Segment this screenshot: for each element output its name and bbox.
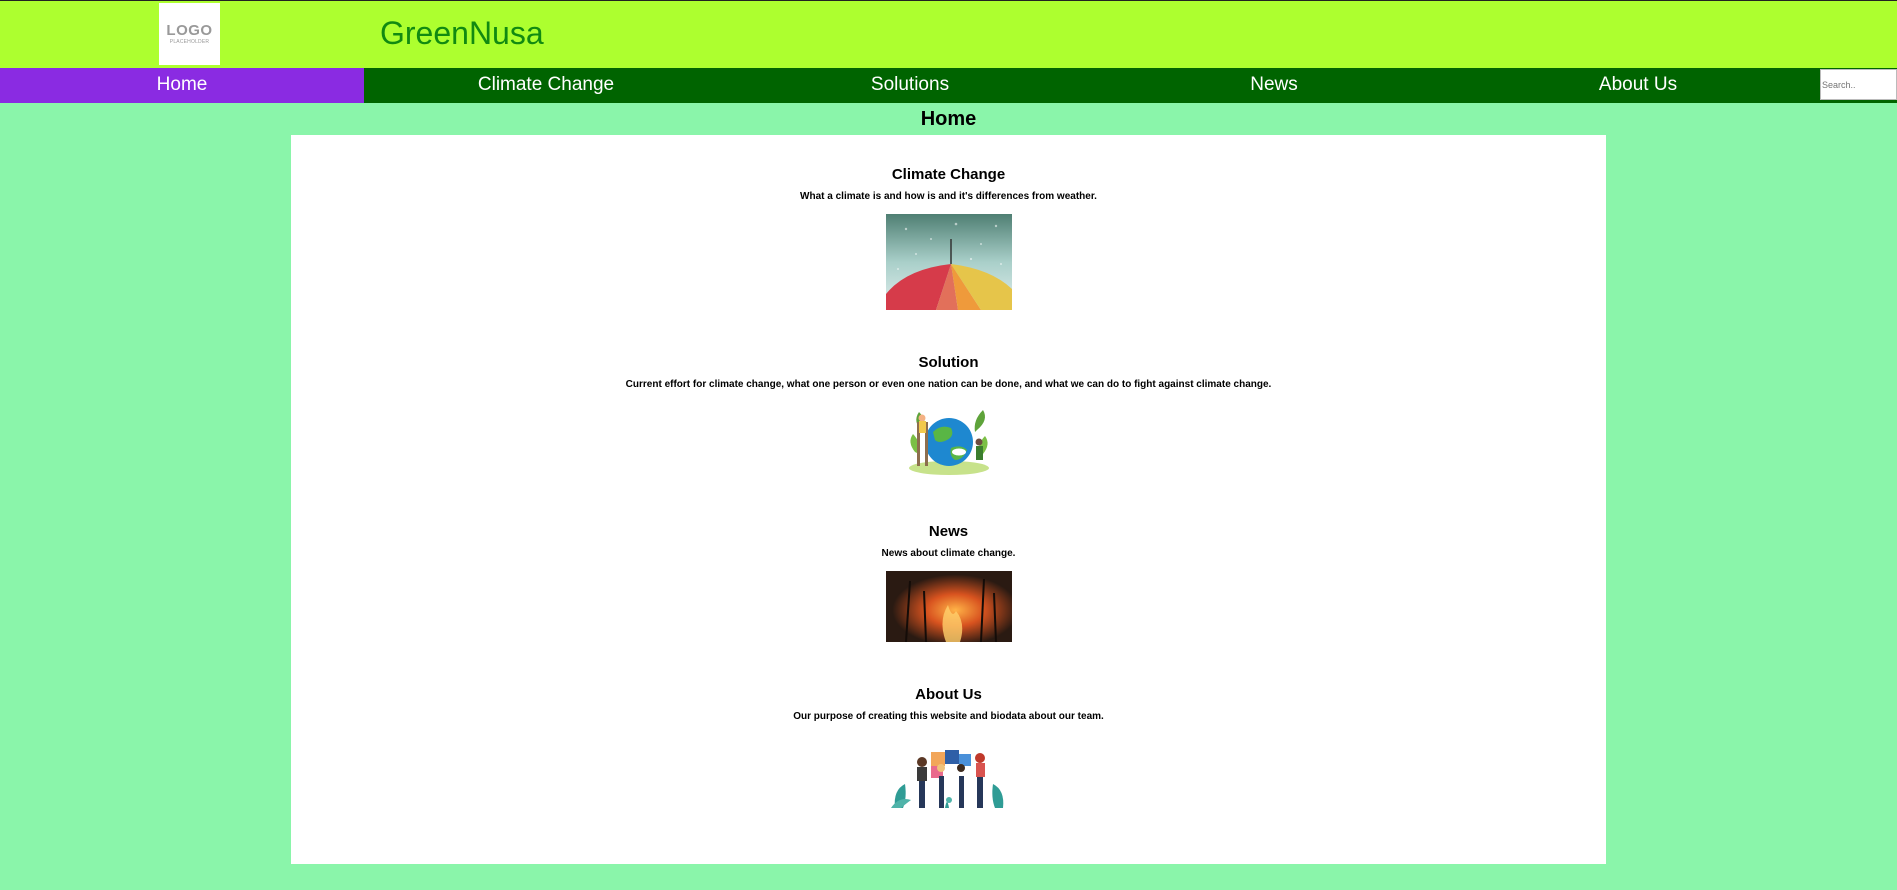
nav-item-about-us[interactable]: About Us [1456,68,1820,103]
nav-item-solutions[interactable]: Solutions [728,68,1092,103]
logo-text: LOGO [166,21,213,39]
section-description: Current effort for climate change, what … [625,379,1272,390]
section-title[interactable]: Climate Change [291,166,1606,183]
section-description: Our purpose of creating this website and… [793,711,1104,722]
section-description: What a climate is and how is and it's di… [800,191,1097,202]
site-header: LOGO PLACEHOLDER GreenNusa [0,0,1897,68]
earth-care-image[interactable] [907,402,991,476]
search-input[interactable] [1820,69,1897,100]
section-title[interactable]: About Us [291,686,1606,703]
section-about-us: About Us Our purpose of creating this we… [291,686,1606,810]
section-description: News about climate change. [881,548,1016,559]
page-title: Home [920,108,977,130]
main-nav: Home Climate Change Solutions News About… [0,68,1897,103]
section-news: News News about climate change. [291,523,1606,642]
section-title[interactable]: Solution [291,354,1606,371]
section-climate-change: Climate Change What a climate is and how… [291,166,1606,310]
rainbow-umbrella-image[interactable] [885,214,1012,310]
section-solution: Solution Current effort for climate chan… [291,354,1606,476]
nav-item-climate-change[interactable]: Climate Change [364,68,728,103]
logo-subtext: PLACEHOLDER [169,38,210,45]
nav-item-news[interactable]: News [1092,68,1456,103]
team-puzzle-image[interactable] [890,746,1007,810]
content-panel: Climate Change What a climate is and how… [291,135,1606,864]
nav-item-home[interactable]: Home [0,68,364,103]
forest-fire-image[interactable] [885,571,1012,642]
site-title: GreenNusa [380,15,544,51]
logo-placeholder[interactable]: LOGO PLACEHOLDER [159,3,220,65]
section-title[interactable]: News [291,523,1606,540]
